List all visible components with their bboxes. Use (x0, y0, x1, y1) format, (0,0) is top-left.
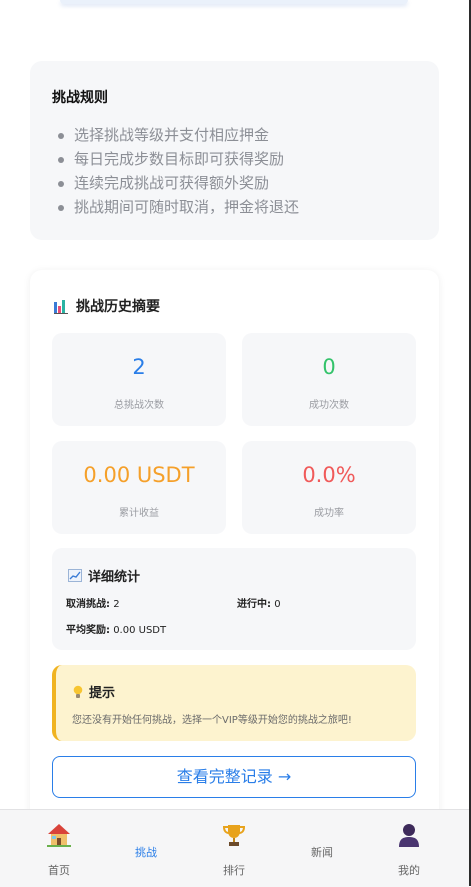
tip-title: 提示 (89, 686, 116, 701)
view-full-record-button[interactable]: 查看完整记录 → (52, 756, 416, 798)
detail-stats-panel: 详细统计 取消挑战: 2 进行中: 0 平均奖励: 0.00 USDT (52, 548, 416, 650)
tab-label: 挑战 (135, 846, 157, 859)
stat-label: 累计收益 (119, 508, 159, 519)
tab-challenge[interactable]: 挑战 (99, 810, 193, 887)
ongoing-label: 进行中: (237, 599, 271, 610)
rule-item: 每日完成步数目标即可获得奖励 (58, 147, 299, 171)
stat-value: 0 (322, 355, 336, 379)
tip-header: 提示 (73, 682, 115, 701)
trend-chart-icon (68, 569, 82, 582)
cancelled-stat: 取消挑战: 2 (66, 595, 120, 610)
tab-label: 新闻 (311, 846, 333, 859)
avg-reward-value: 0.00 USDT (113, 625, 167, 636)
stat-label: 成功率 (314, 508, 344, 519)
trophy-icon (222, 825, 246, 846)
tab-ranking[interactable]: 排行 (187, 810, 281, 887)
tab-label: 我的 (398, 864, 420, 877)
stat-value: 0.0% (302, 463, 356, 487)
tab-profile[interactable]: 我的 (362, 810, 456, 887)
detail-stats-title: 详细统计 (88, 570, 141, 585)
tip-box: 提示 您还没有开始任何挑战，选择一个VIP等级开始您的挑战之旅吧! (52, 665, 416, 741)
stat-success-rate: 0.0% 成功率 (242, 441, 416, 534)
stat-value: 2 (132, 355, 146, 379)
tab-news[interactable]: 新闻 (275, 810, 369, 887)
ongoing-stat: 进行中: 0 (237, 595, 281, 610)
stat-success-count: 0 成功次数 (242, 333, 416, 426)
stat-total-challenges: 2 总挑战次数 (52, 333, 226, 426)
stat-total-earnings: 0.00 USDT 累计收益 (52, 441, 226, 534)
rule-item: 连续完成挑战可获得额外奖励 (58, 171, 299, 195)
tab-home[interactable]: 首页 (12, 810, 106, 887)
rules-title: 挑战规则 (52, 90, 108, 106)
detail-stats-header: 详细统计 (68, 566, 140, 585)
ongoing-value: 0 (274, 599, 281, 610)
home-icon (47, 824, 71, 847)
history-header: 挑战历史摘要 (54, 296, 160, 316)
tip-text: 您还没有开始任何挑战，选择一个VIP等级开始您的挑战之旅吧! (72, 715, 352, 726)
avg-reward-label: 平均奖励: (66, 625, 110, 636)
history-summary-card: 挑战历史摘要 2 总挑战次数 0 成功次数 0.00 USDT 累计收益 0.0… (30, 270, 439, 830)
top-card-edge (60, 0, 408, 4)
cancelled-value: 2 (113, 599, 120, 610)
tab-label: 首页 (48, 864, 70, 877)
stat-value: 0.00 USDT (83, 463, 195, 487)
tab-label: 排行 (223, 864, 245, 877)
rules-list: 选择挑战等级并支付相应押金 每日完成步数目标即可获得奖励 连续完成挑战可获得额外… (58, 123, 299, 219)
bottom-tab-bar: 首页 挑战 排行 新闻 我的 (0, 809, 469, 887)
stat-label: 成功次数 (309, 400, 349, 411)
lightbulb-icon (73, 685, 83, 698)
stat-label: 总挑战次数 (114, 400, 164, 411)
rules-card: 挑战规则 选择挑战等级并支付相应押金 每日完成步数目标即可获得奖励 连续完成挑战… (30, 61, 439, 240)
history-title: 挑战历史摘要 (76, 299, 160, 315)
rule-item: 选择挑战等级并支付相应押金 (58, 123, 299, 147)
user-icon (399, 824, 419, 847)
bar-chart-icon (54, 299, 68, 314)
cancelled-label: 取消挑战: (66, 599, 110, 610)
avg-reward-stat: 平均奖励: 0.00 USDT (66, 621, 166, 636)
rule-item: 挑战期间可随时取消，押金将退还 (58, 195, 299, 219)
